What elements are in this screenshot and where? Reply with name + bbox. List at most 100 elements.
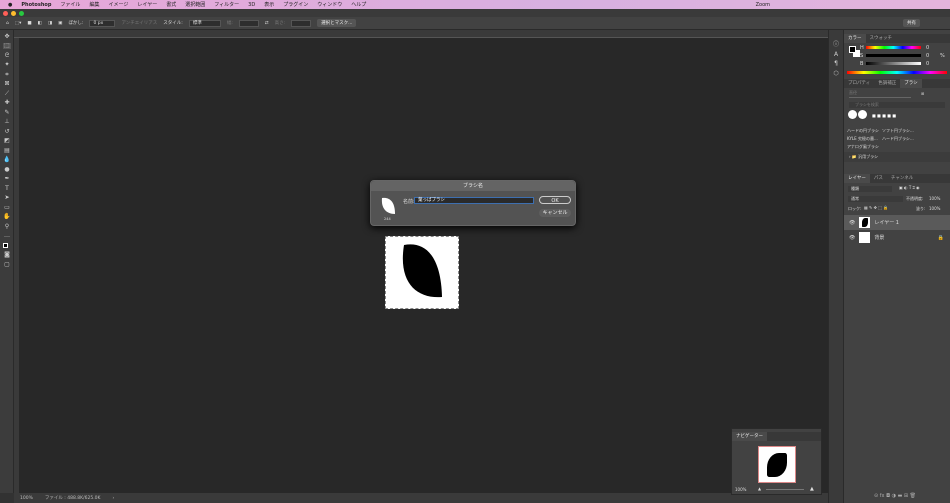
menu-file[interactable]: ファイル [60, 1, 80, 8]
shape-tool-icon[interactable]: ▭ [3, 204, 11, 211]
layer-filter-select[interactable]: 種類 [848, 186, 892, 192]
zoom-in-icon[interactable]: ▲ [810, 486, 814, 492]
layer-name[interactable]: 背景 [874, 234, 884, 241]
layer-filter-icons[interactable]: ▣ ◐ T ⌗ ◉ [899, 185, 920, 190]
menu-type[interactable]: 書式 [166, 1, 176, 8]
layer-row[interactable]: 👁 レイヤー 1 [844, 215, 950, 230]
menu-edit[interactable]: 編集 [89, 1, 99, 8]
menu-3d[interactable]: 3D [248, 2, 255, 8]
marquee-tool-icon[interactable]: ⬚ [3, 43, 11, 49]
quick-mask-icon[interactable]: ◙ [3, 252, 11, 258]
brush-search-input[interactable]: ブラシを検索 [849, 102, 945, 108]
character-icon[interactable]: A [832, 51, 840, 58]
color-swatches-icon[interactable] [3, 242, 11, 249]
select-and-mask-button[interactable]: 選択とマスク... [317, 19, 357, 27]
intersect-selection-icon[interactable]: ▣ [58, 21, 62, 26]
frame-tool-icon[interactable]: ⊠ [3, 81, 11, 87]
tab-channels[interactable]: チャンネル [887, 174, 917, 183]
tab-swatches[interactable]: スウォッチ [866, 34, 897, 43]
blur-icon[interactable]: 💧 [3, 157, 11, 163]
dodge-icon[interactable]: ● [3, 166, 11, 173]
history-brush-icon[interactable]: ↺ [3, 128, 11, 135]
brightness-slider[interactable] [866, 62, 921, 65]
brush-item[interactable]: ソフト円ブラシ... [882, 128, 914, 134]
tab-adjustments[interactable]: 色調補正 [874, 79, 900, 88]
healing-brush-icon[interactable]: ✚ [3, 100, 11, 106]
more-tools-icon[interactable]: … [3, 233, 11, 239]
zoom-out-icon[interactable]: ▲ [758, 486, 761, 491]
blend-mode-select[interactable]: 通常 [848, 196, 903, 202]
lock-icons[interactable]: ▦ ✎ ✥ ⬚ 🔒 [864, 205, 888, 210]
menu-layer[interactable]: レイヤー [137, 1, 157, 8]
antialias-checkbox[interactable]: アンチエイリアス [121, 20, 157, 26]
crop-tool-icon[interactable]: ⌗ [3, 71, 11, 78]
hand-tool-icon[interactable]: ✋ [3, 214, 11, 220]
h-value[interactable]: 0 [926, 45, 929, 51]
fill-input[interactable]: 100% [929, 206, 940, 211]
share-button[interactable]: 共有 [903, 19, 920, 27]
home-icon[interactable]: ⌂ [6, 21, 9, 26]
magic-wand-icon[interactable]: ✦ [3, 62, 11, 68]
menu-window[interactable]: ウィンドウ [317, 1, 342, 8]
tab-brushes[interactable]: ブラシ [900, 79, 922, 88]
gradient-icon[interactable]: ▤ [3, 147, 11, 154]
apple-icon[interactable]: ● [8, 2, 12, 8]
s-value[interactable]: 0 [926, 53, 929, 59]
brush-preset-dots[interactable]: ■ ■ ■ ■ ■ [872, 113, 896, 118]
new-brush-icon[interactable]: ⊞ [921, 91, 924, 96]
add-selection-icon[interactable]: ◧ [38, 21, 42, 26]
info-icon[interactable]: ⓘ [832, 42, 840, 48]
eraser-icon[interactable]: ◩ [3, 138, 11, 144]
style-select[interactable]: 標準 [188, 19, 221, 27]
menu-image[interactable]: イメージ [108, 1, 128, 8]
path-select-icon[interactable]: ➤ [3, 195, 11, 201]
brush-item[interactable]: KYLE 究極の墨... [847, 136, 878, 142]
navigator-zoom-slider[interactable] [766, 489, 804, 490]
visibility-eye-icon[interactable]: 👁 [849, 235, 855, 241]
swap-icon[interactable]: ⇄ [265, 21, 269, 26]
paragraph-icon[interactable]: ¶ [832, 61, 840, 67]
brush-preset-hard-round[interactable] [848, 110, 857, 119]
zoom-tool-icon[interactable]: ⚲ [3, 223, 11, 230]
brush-name-input[interactable]: 葉っぱブラシ [414, 197, 534, 204]
brush-item[interactable]: ハード円ブラシ... [882, 136, 914, 142]
ok-button[interactable]: OK [539, 196, 571, 204]
navigator-zoom-value[interactable]: 100% [735, 487, 746, 492]
menu-zoom[interactable]: Zoom [756, 2, 770, 8]
opacity-input[interactable]: 100% [929, 196, 940, 201]
close-button[interactable] [3, 10, 8, 16]
tab-layers[interactable]: レイヤー [844, 174, 870, 183]
move-tool-icon[interactable]: ✥ [3, 33, 11, 40]
visibility-eye-icon[interactable]: 👁 [849, 220, 855, 226]
layer-row[interactable]: 👁 背景 🔒 [844, 230, 950, 245]
screen-mode-icon[interactable]: ▢ [3, 261, 11, 268]
new-selection-icon[interactable]: ■ [27, 21, 31, 26]
eyedropper-icon[interactable]: ⟋ [3, 90, 11, 97]
saturation-slider[interactable] [866, 54, 921, 57]
foreground-color[interactable] [849, 46, 856, 53]
brush-item[interactable]: ハードの円ブラシ [847, 128, 879, 134]
brush-group-row[interactable]: › 📁 汎用ブラシ [844, 152, 950, 162]
tab-color[interactable]: カラー [844, 34, 866, 43]
clone-stamp-icon[interactable]: ⊥ [3, 119, 11, 125]
layer-footer-icons[interactable]: ⊝ fx ◘ ◑ ▬ ⊞ 🗑 [874, 493, 916, 499]
b-value[interactable]: 0 [926, 61, 929, 67]
hue-slider[interactable] [866, 46, 921, 49]
tab-properties[interactable]: プロパティ [844, 79, 874, 88]
marquee-tool-icon[interactable]: ⬚▾ [15, 21, 22, 26]
menu-app[interactable]: Photoshop [21, 2, 51, 8]
cancel-button[interactable]: キャンセル [539, 209, 571, 217]
status-arrow-icon[interactable]: › [112, 496, 114, 501]
tab-paths[interactable]: パス [870, 174, 887, 183]
lasso-tool-icon[interactable]: ᘓ [3, 52, 11, 59]
width-input[interactable] [238, 19, 259, 27]
menu-select[interactable]: 選択範囲 [185, 1, 205, 8]
zoom-button[interactable] [19, 10, 24, 16]
layer-name[interactable]: レイヤー 1 [874, 219, 899, 226]
height-input[interactable] [291, 19, 312, 27]
status-zoom[interactable]: 100% [20, 496, 33, 501]
3d-icon[interactable]: ⬡ [832, 70, 840, 77]
type-tool-icon[interactable]: T [3, 185, 11, 192]
tab-navigator[interactable]: ナビゲーター [732, 432, 767, 441]
size-slider[interactable] [849, 97, 911, 98]
